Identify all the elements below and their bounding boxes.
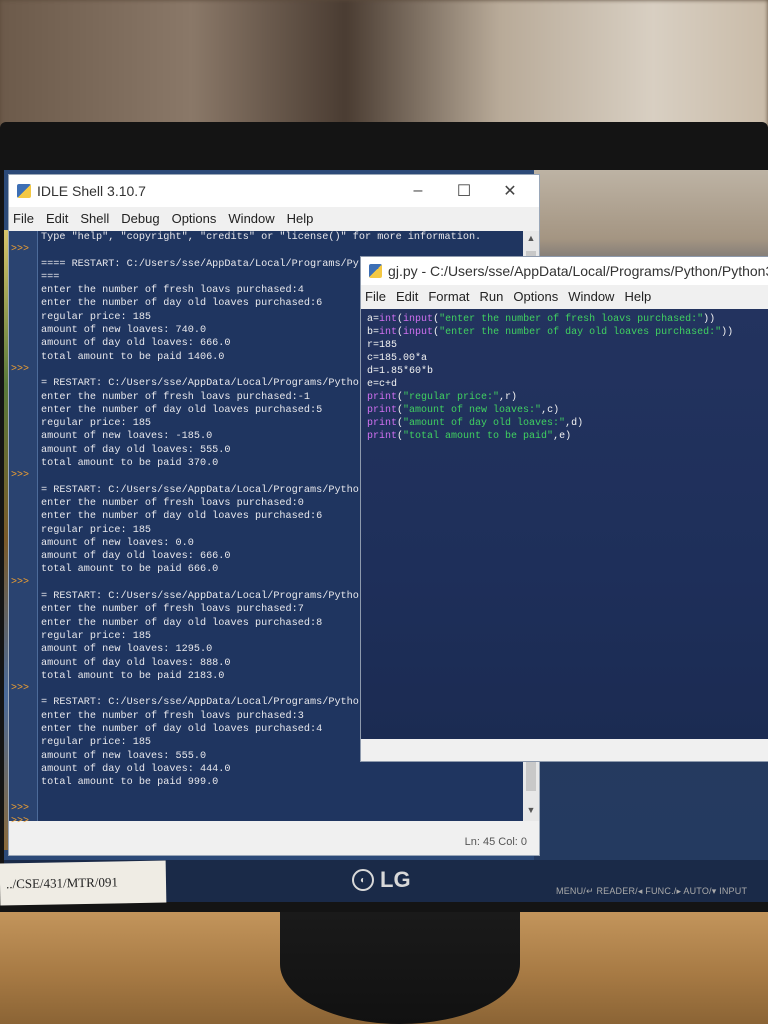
python-icon [369,264,383,278]
code-text: ,d) [565,418,584,429]
code-text: ,c) [541,405,560,416]
code-text: )) [721,327,734,338]
code-string: "amount of new loaves:" [403,405,542,416]
shell-prompt: >>> [11,244,30,256]
code-string: "enter the number of day old loaves purc… [439,327,722,338]
scroll-down-icon[interactable]: ▼ [523,805,539,819]
monitor: IDLE Shell 3.10.7 – ☐ ✕ File Edit Shell Deb… [0,122,768,912]
editor-menu-edit[interactable]: Edit [396,289,418,304]
code-text: )) [703,314,716,325]
code-text: r=185 [367,340,398,351]
code-line: r=185 [367,339,767,352]
shell-output-line: total amount to be paid 999.0 [41,777,219,789]
code-keyword: input [403,327,434,338]
shell-menubar: File Edit Shell Debug Options Window Help [9,207,539,229]
editor-menu-options[interactable]: Options [513,289,558,304]
code-line: e=c+d [367,378,767,391]
shell-menu-help[interactable]: Help [287,211,314,226]
shell-prompt: >>> [11,802,30,814]
code-keyword: print [367,418,398,429]
code-text: a= [367,314,380,325]
shell-menu-options[interactable]: Options [172,211,217,226]
cursor-position: Ln: 45 Col: 0 [464,836,527,848]
close-button[interactable]: ✕ [487,175,533,207]
shell-prompt: >>> [11,683,30,695]
window-controls: – ☐ ✕ [395,175,533,207]
code-string: "enter the number of fresh loavs purchas… [439,314,704,325]
code-line: print("amount of day old loaves:",d) [367,417,767,430]
code-text: b= [367,327,380,338]
code-text: ,r) [499,392,518,403]
code-keyword: print [367,431,398,442]
editor-menu-run[interactable]: Run [480,289,504,304]
code-text: ,e) [553,431,572,442]
code-line: print("regular price:",r) [367,391,767,404]
editor-menu-window[interactable]: Window [568,289,614,304]
editor-titlebar[interactable]: gj.py - C:/Users/sse/AppData/Local/Progr… [361,257,768,285]
shell-menu-edit[interactable]: Edit [46,211,68,226]
shell-menu-window[interactable]: Window [228,211,274,226]
code-text: c=185.00*a [367,353,428,364]
editor-menubar: File Edit Format Run Options Window Help [361,285,768,307]
editor-title: gj.py - C:/Users/sse/AppData/Local/Progr… [388,263,768,279]
asset-tag-label: ../CSE/431/MTR/091 [0,860,167,906]
shell-prompt: >>> [11,470,30,482]
screen: IDLE Shell 3.10.7 – ☐ ✕ File Edit Shell Deb… [4,170,768,860]
shell-output-line: Type "help", "copyright", "credits" or "… [41,232,482,243]
code-line: print("total amount to be paid",e) [367,430,767,443]
shell-prompt: >>> [11,816,30,828]
prompt-gutter: >>> >>> >>> >>> >>> >>> >>> [9,231,38,827]
code-line: d=1.85*60*b [367,365,767,378]
code-line: c=185.00*a [367,352,767,365]
shell-prompt: >>> [11,364,30,375]
code-keyword: print [367,405,398,416]
brand-name: LG [380,867,411,892]
brand-logo: ◐ LG [352,866,442,894]
source-code[interactable]: a=int(input("enter the number of fresh l… [367,313,767,443]
code-line: a=int(input("enter the number of fresh l… [367,313,767,326]
scroll-up-icon[interactable]: ▲ [523,233,539,247]
editor-menu-help[interactable]: Help [624,289,651,304]
editor-statusbar [361,739,768,761]
shell-prompt: >>> [11,576,30,588]
code-keyword: input [403,314,434,325]
editor-window[interactable]: gj.py - C:/Users/sse/AppData/Local/Progr… [360,256,768,762]
editor-menu-file[interactable]: File [365,289,386,304]
shell-menu-shell[interactable]: Shell [80,211,109,226]
shell-statusbar: Ln: 45 Col: 0 [9,831,539,855]
shell-titlebar[interactable]: IDLE Shell 3.10.7 – ☐ ✕ [9,175,539,207]
code-string: "total amount to be paid" [403,431,554,442]
code-text: e=c+d [367,379,398,390]
shell-menu-debug[interactable]: Debug [121,211,159,226]
shell-title: IDLE Shell 3.10.7 [37,183,146,199]
shell-output-line: amount of day old loaves: 444.0 [41,763,231,775]
editor-menu-format[interactable]: Format [428,289,469,304]
code-keyword: int [379,327,398,338]
minimize-button[interactable]: – [395,175,441,207]
code-string: "amount of day old loaves:" [403,418,566,429]
shell-menu-file[interactable]: File [13,211,34,226]
monitor-controls[interactable]: MENU/↵ READER/◂ FUNC./▸ AUTO/▾ INPUT [556,886,747,897]
python-icon [17,184,31,198]
code-keyword: print [367,392,398,403]
code-text: d=1.85*60*b [367,366,434,377]
maximize-button[interactable]: ☐ [441,175,487,207]
lg-logo-icon: ◐ [352,869,374,891]
code-line: print("amount of new loaves:",c) [367,404,767,417]
code-line: b=int(input("enter the number of day old… [367,326,767,339]
code-string: "regular price:" [403,392,500,403]
code-editor-area[interactable]: a=int(input("enter the number of fresh l… [361,309,768,741]
code-keyword: int [379,314,398,325]
